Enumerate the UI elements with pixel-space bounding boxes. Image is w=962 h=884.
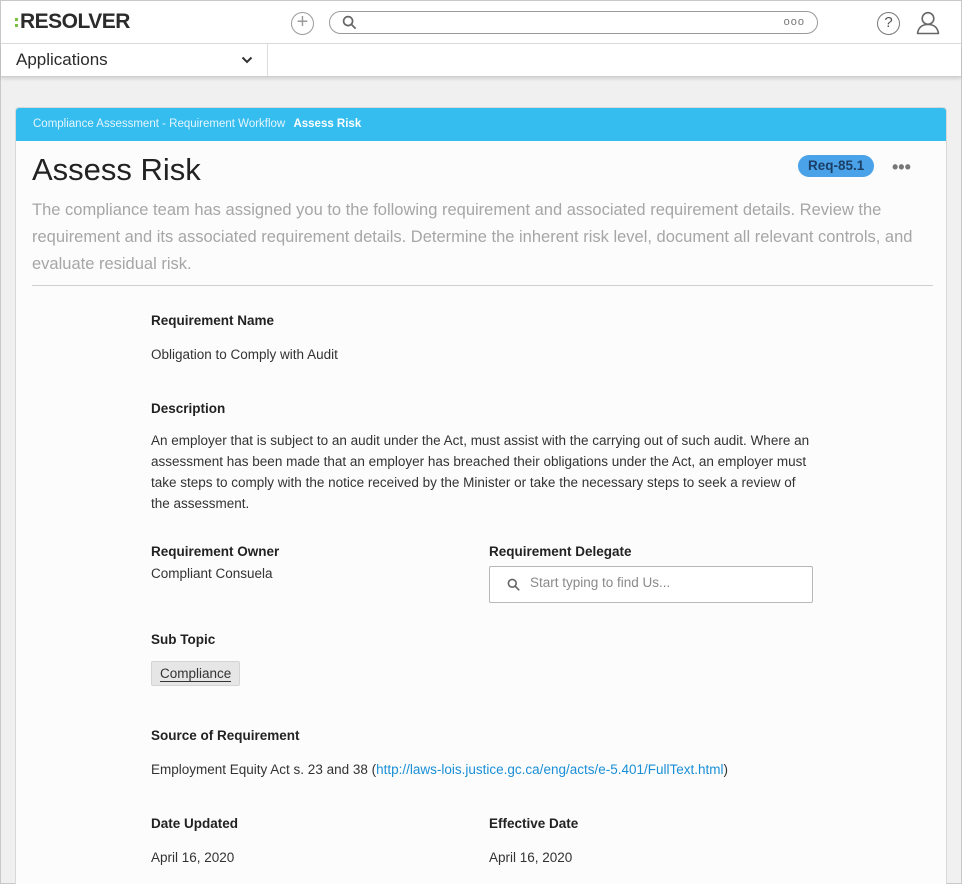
help-icon: ?	[884, 14, 893, 31]
more-options-icon[interactable]: •••	[892, 158, 911, 176]
source-value: Employment Equity Act s. 23 and 38 (http…	[151, 762, 728, 777]
search-options-icon[interactable]: ooo	[784, 16, 805, 28]
sub-topic-tag[interactable]: Compliance	[151, 661, 241, 686]
source-close: )	[723, 762, 729, 777]
requirement-name-label: Requirement Name	[151, 313, 275, 328]
applications-label: Applications	[16, 50, 108, 69]
description-value: An employer that is subject to an audit …	[151, 433, 810, 511]
resolver-logo[interactable]: RESOLVER	[15, 10, 130, 34]
user-menu-button[interactable]	[916, 10, 940, 40]
source-label: Source of Requirement	[151, 728, 300, 743]
requirement-delegate-label: Requirement Delegate	[489, 544, 632, 559]
search-icon	[507, 578, 520, 591]
chevron-down-icon	[241, 56, 253, 64]
applications-dropdown[interactable]: Applications	[1, 44, 268, 76]
add-button[interactable]: +	[291, 12, 314, 35]
sub-topic-tag-label: Compliance	[160, 666, 232, 682]
user-icon	[916, 11, 940, 35]
effective-date-label: Effective Date	[489, 816, 579, 831]
search-icon	[342, 15, 356, 29]
source-text: Employment Equity Act s. 23 and 38 (	[151, 762, 377, 777]
date-updated-label: Date Updated	[151, 816, 239, 831]
source-link[interactable]: http://laws-lois.justice.gc.ca/eng/acts/…	[376, 762, 723, 777]
workflow-instructions: The compliance team has assigned you to …	[32, 201, 913, 273]
header-divider	[32, 285, 933, 286]
reference-badge: Req-85.1	[798, 155, 875, 177]
breadcrumb-workflow-link[interactable]: Compliance Assessment - Requirement Work…	[33, 118, 285, 130]
description-label: Description	[151, 401, 226, 416]
logo-mark-icon	[15, 14, 18, 30]
top-bar: RESOLVER + ooo ?	[1, 1, 961, 44]
requirement-owner-label: Requirement Owner	[151, 544, 280, 559]
sub-topic-label: Sub Topic	[151, 632, 216, 647]
requirement-owner-value: Compliant Consuela	[151, 566, 273, 581]
breadcrumb: Compliance Assessment - Requirement Work…	[16, 108, 946, 141]
page-title: Assess Risk	[32, 152, 201, 187]
effective-date-value: April 16, 2020	[489, 850, 573, 865]
plus-icon: +	[296, 11, 309, 33]
date-updated-value: April 16, 2020	[151, 850, 235, 865]
requirement-delegate-field[interactable]	[489, 566, 813, 603]
breadcrumb-current: Assess Risk	[293, 118, 362, 130]
logo-text: RESOLVER	[20, 10, 130, 33]
requirement-name-value: Obligation to Comply with Audit	[151, 347, 338, 362]
application-bar: Applications	[1, 44, 961, 77]
help-button[interactable]: ?	[877, 12, 900, 35]
global-search-input[interactable]: ooo	[329, 11, 818, 34]
assessment-card: Compliance Assessment - Requirement Work…	[15, 107, 947, 884]
delegate-search-input[interactable]	[530, 575, 800, 590]
